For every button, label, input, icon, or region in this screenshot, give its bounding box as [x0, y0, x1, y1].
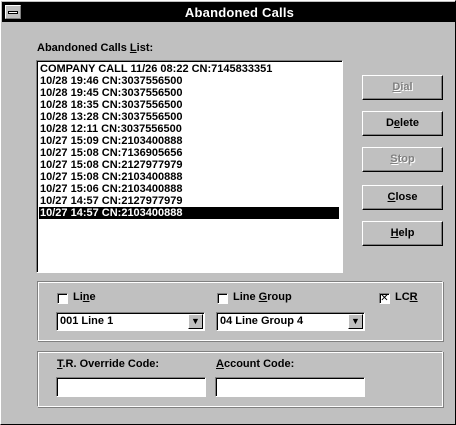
window-title: Abandoned Calls [184, 5, 295, 20]
line-checkbox-label: Line [73, 291, 96, 303]
chevron-down-icon[interactable]: ▼ [188, 314, 203, 329]
account-code-input[interactable] [215, 377, 365, 397]
stop-button[interactable]: Stop [362, 147, 443, 172]
help-button[interactable]: Help [362, 221, 443, 246]
list-item[interactable]: 10/28 19:46 CN:3037556500 [39, 75, 339, 87]
list-item[interactable]: 10/28 13:28 CN:3037556500 [39, 111, 339, 123]
tr-override-code-input[interactable] [56, 377, 206, 397]
chevron-down-icon[interactable]: ▼ [348, 314, 363, 329]
system-menu-icon[interactable] [5, 5, 21, 19]
line-group-checkbox-label: Line Group [233, 291, 292, 303]
list-item[interactable]: COMPANY CALL 11/26 08:22 CN:7145833351 [39, 63, 339, 75]
lcr-checkbox-label: LCR [395, 291, 418, 303]
abandoned-calls-window: Abandoned Calls Abandoned Calls List: CO… [0, 0, 456, 425]
list-item[interactable]: 10/27 15:08 CN:2127977979 [39, 159, 339, 171]
list-item[interactable]: 10/27 14:57 CN:2127977979 [39, 195, 339, 207]
list-item[interactable]: 10/27 15:09 CN:2103400888 [39, 135, 339, 147]
line-group-select[interactable]: 04 Line Group 4 ▼ [216, 312, 365, 331]
title-bar[interactable]: Abandoned Calls [2, 2, 455, 22]
dial-button[interactable]: Dial [362, 75, 443, 100]
list-item[interactable]: 10/27 15:08 CN:2103400888 [39, 171, 339, 183]
lcr-checkbox[interactable]: ✕ [379, 293, 390, 304]
list-item[interactable]: 10/27 14:57 CN:2103400888 [39, 207, 339, 219]
line-group-checkbox[interactable] [217, 293, 228, 304]
list-item[interactable]: 10/28 12:11 CN:3037556500 [39, 123, 339, 135]
checkmark-icon: ✕ [380, 293, 389, 304]
list-item[interactable]: 10/27 15:08 CN:7136905656 [39, 147, 339, 159]
line-select[interactable]: 001 Line 1 ▼ [56, 312, 205, 331]
line-group-select-value: 04 Line Group 4 [220, 315, 304, 327]
abandoned-calls-list[interactable]: COMPANY CALL 11/26 08:22 CN:7145833351 10… [36, 60, 343, 273]
line-selection-group [37, 281, 443, 341]
list-item[interactable]: 10/27 15:06 CN:2103400888 [39, 183, 339, 195]
tr-override-code-label: T.R. Override Code: [57, 358, 160, 370]
line-select-value: 001 Line 1 [60, 315, 114, 327]
abandoned-calls-list-label: Abandoned Calls List: [37, 42, 154, 54]
close-button[interactable]: Close [362, 185, 443, 210]
account-code-label: Account Code: [216, 358, 295, 370]
delete-button[interactable]: Delete [362, 111, 443, 136]
list-item[interactable]: 10/28 19:45 CN:3037556500 [39, 87, 339, 99]
line-checkbox[interactable] [57, 293, 68, 304]
list-item[interactable]: 10/28 18:35 CN:3037556500 [39, 99, 339, 111]
